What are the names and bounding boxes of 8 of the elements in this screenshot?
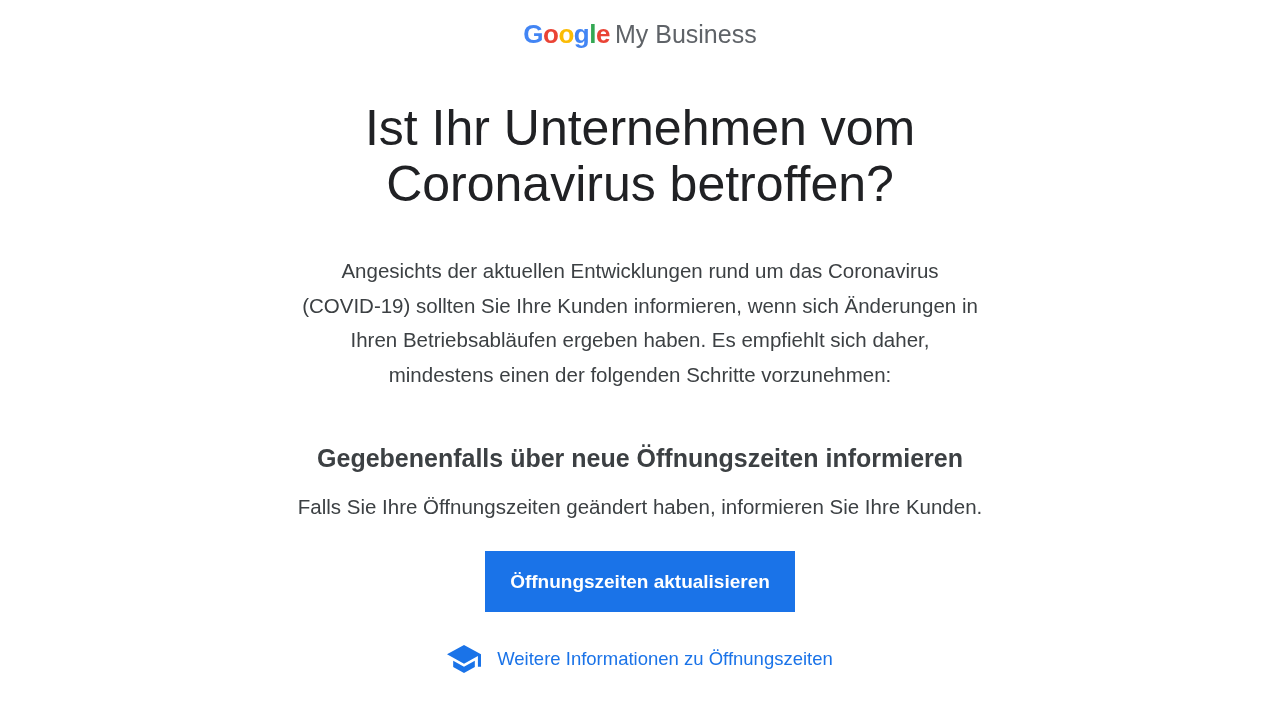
product-logo: Google My Business xyxy=(523,18,757,50)
intro-paragraph: Angesichts der aktuellen Entwicklungen rund um das Coronavirus (COVID-19) sollten Sie Ihre Kunden informieren, wenn sich Änderungen in Ihren Betriebsabläufen ergeben haben. Es empfiehlt sich daher, mindestens einen der folgenden Schritte vorzunehmen: xyxy=(302,258,978,388)
page-heading: Ist Ihr Unternehmen vom Coronavirus betroffen? xyxy=(363,100,917,212)
section-text: Falls Sie Ihre Öffnungszeiten geändert haben, informieren Sie Ihre Kunden. xyxy=(297,494,983,520)
section-heading: Gegebenenfalls über neue Öffnungszeiten informieren xyxy=(317,443,963,474)
graduation-cap-icon xyxy=(447,645,482,673)
update-hours-button[interactable]: Öffnungszeiten aktualisieren xyxy=(485,551,795,612)
info-link[interactable]: Weitere Informationen zu Öffnungszeiten xyxy=(497,647,833,671)
